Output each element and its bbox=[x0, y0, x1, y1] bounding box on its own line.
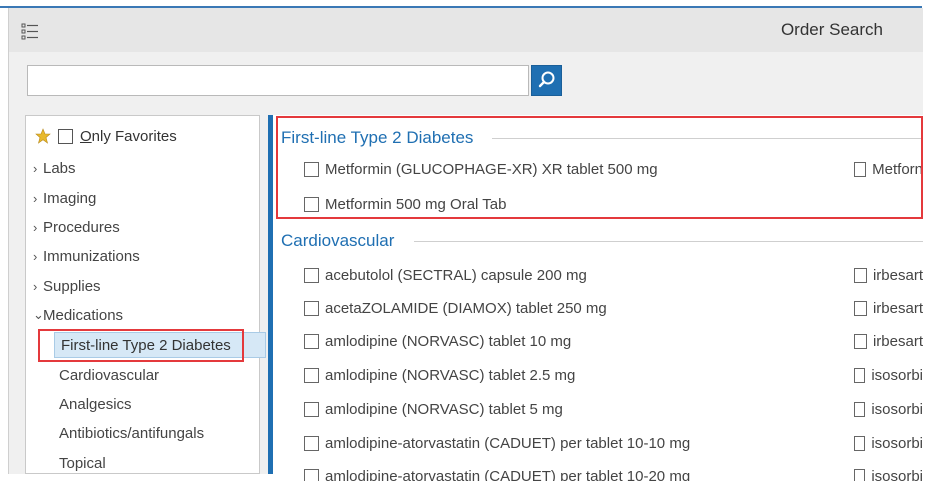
order-checkbox[interactable] bbox=[304, 300, 319, 316]
star-icon bbox=[35, 128, 51, 144]
only-favorites-label: Only Favorites bbox=[80, 127, 177, 145]
order-item[interactable]: acebutolol (SECTRAL) capsule 200 mg bbox=[304, 263, 587, 287]
chevron-right-icon: › bbox=[33, 248, 38, 264]
magnifier-icon bbox=[538, 71, 555, 88]
nav-item-imaging[interactable]: › Imaging bbox=[33, 186, 96, 210]
order-item[interactable]: irbesart bbox=[854, 296, 923, 320]
chevron-right-icon: › bbox=[33, 190, 38, 206]
order-item[interactable]: acetaZOLAMIDE (DIAMOX) tablet 250 mg bbox=[304, 296, 607, 320]
orders-panel: First-line Type 2 Diabetes Metformin (GL… bbox=[268, 115, 923, 481]
order-checkbox[interactable] bbox=[854, 333, 867, 349]
search-input[interactable] bbox=[27, 65, 529, 96]
subnav-item-cardiovascular[interactable]: Cardiovascular bbox=[59, 362, 159, 388]
category-tree: Only Favorites › Labs › Imaging › Procedure… bbox=[25, 115, 266, 476]
list-menu-icon[interactable] bbox=[21, 22, 39, 40]
order-checkbox[interactable] bbox=[854, 468, 866, 481]
chevron-down-icon: ⌄ bbox=[33, 307, 44, 322]
order-item[interactable]: amlodipine-atorvastatin (CADUET) per tab… bbox=[304, 431, 690, 455]
search-bar bbox=[9, 52, 923, 108]
title-bar: Order Search bbox=[9, 8, 923, 52]
order-checkbox[interactable] bbox=[854, 267, 867, 283]
favorites-filter[interactable]: Only Favorites bbox=[35, 125, 177, 147]
section-title-cardiovascular: Cardiovascular bbox=[281, 231, 395, 250]
order-item[interactable]: isosorbi bbox=[854, 363, 923, 387]
subnav-item-topical[interactable]: Topical bbox=[59, 450, 106, 476]
subnav-item-antibiotics[interactable]: Antibiotics/antifungals bbox=[59, 420, 204, 446]
only-favorites-checkbox[interactable] bbox=[58, 128, 73, 144]
order-checkbox[interactable] bbox=[304, 435, 319, 451]
highlight-box-section bbox=[276, 116, 923, 219]
order-checkbox[interactable] bbox=[854, 401, 866, 417]
order-item[interactable]: isosorbi bbox=[854, 464, 923, 481]
order-checkbox[interactable] bbox=[854, 300, 867, 316]
subnav-item-analgesics[interactable]: Analgesics bbox=[59, 391, 132, 417]
order-item[interactable]: amlodipine (NORVASC) tablet 2.5 mg bbox=[304, 363, 575, 387]
section-divider bbox=[414, 241, 923, 242]
order-item[interactable]: irbesart bbox=[854, 263, 923, 287]
chevron-right-icon: › bbox=[33, 160, 38, 176]
nav-item-immunizations[interactable]: › Immunizations bbox=[33, 244, 140, 268]
chevron-right-icon: › bbox=[33, 219, 38, 235]
order-item[interactable]: amlodipine (NORVASC) tablet 5 mg bbox=[304, 397, 563, 421]
order-item[interactable]: irbesart bbox=[854, 329, 923, 353]
order-checkbox[interactable] bbox=[854, 435, 866, 451]
order-search-window: Order Search Only Favorites › Labs › Imagi… bbox=[8, 8, 923, 481]
panel-accent-bar bbox=[268, 115, 273, 474]
order-checkbox[interactable] bbox=[854, 367, 866, 383]
nav-item-labs[interactable]: › Labs bbox=[33, 156, 76, 180]
highlight-box-sidebar bbox=[38, 329, 244, 362]
order-checkbox[interactable] bbox=[304, 468, 319, 481]
order-checkbox[interactable] bbox=[304, 333, 319, 349]
order-item[interactable]: amlodipine (NORVASC) tablet 10 mg bbox=[304, 329, 571, 353]
nav-item-procedures[interactable]: › Procedures bbox=[33, 215, 120, 239]
order-item[interactable]: amlodipine-atorvastatin (CADUET) per tab… bbox=[304, 464, 690, 481]
order-item[interactable]: isosorbi bbox=[854, 431, 923, 455]
top-strip bbox=[0, 0, 929, 8]
main-body: Only Favorites › Labs › Imaging › Procedure… bbox=[9, 108, 923, 481]
order-item[interactable]: isosorbi bbox=[854, 397, 923, 421]
window-title: Order Search bbox=[780, 20, 883, 39]
order-checkbox[interactable] bbox=[304, 367, 319, 383]
nav-item-medications[interactable]: ⌄ Medications bbox=[33, 303, 123, 327]
order-checkbox[interactable] bbox=[304, 267, 319, 283]
search-button[interactable] bbox=[531, 65, 562, 96]
order-checkbox[interactable] bbox=[304, 401, 319, 417]
chevron-right-icon: › bbox=[33, 278, 38, 294]
nav-item-supplies[interactable]: › Supplies bbox=[33, 274, 101, 298]
